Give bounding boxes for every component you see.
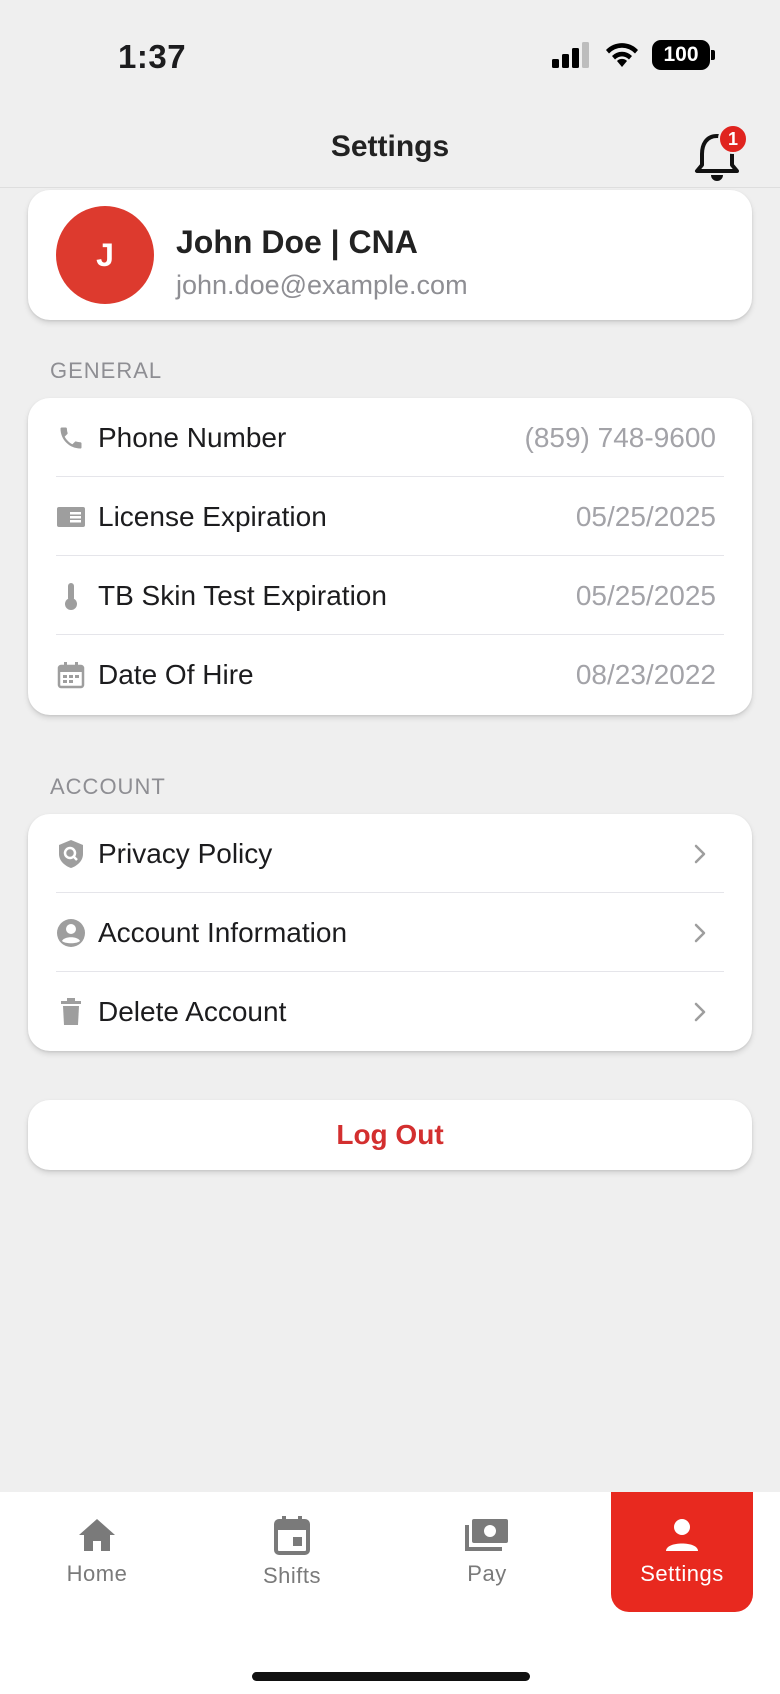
chevron-right-icon [690, 997, 710, 1027]
page-title: Settings [330, 130, 450, 163]
tb-test-expiration-label: TB Skin Test Expiration [98, 580, 387, 611]
battery-level: 100 [663, 43, 699, 66]
phone-number-label: Phone Number [98, 422, 287, 453]
tab-bar: Home Shifts Pay Settings [0, 1492, 780, 1694]
phone-icon [56, 423, 86, 453]
chevron-right-icon [690, 839, 710, 869]
money-icon [465, 1519, 508, 1551]
nav-header: Settings 1 [0, 110, 780, 188]
avatar: J [56, 206, 154, 304]
general-row-license[interactable]: License Expiration 05/25/2025 [56, 477, 724, 557]
section-label-account: ACCOUNT [50, 774, 166, 799]
tab-settings[interactable]: Settings [611, 1492, 753, 1612]
calendar-icon [56, 660, 86, 690]
tab-shifts[interactable]: Shifts [221, 1492, 363, 1612]
logout-button[interactable]: Log Out [28, 1100, 752, 1170]
date-of-hire-label: Date Of Hire [98, 659, 254, 690]
profile-card[interactable]: J John Doe | CNA john.doe@example.com [28, 190, 752, 320]
general-row-date-of-hire[interactable]: Date Of Hire 08/23/2022 [56, 635, 724, 715]
status-icons: 100 [552, 40, 715, 70]
trash-icon [56, 997, 86, 1027]
battery-icon: 100 [652, 40, 715, 70]
license-card-icon [56, 502, 86, 532]
account-row-delete-account[interactable]: Delete Account [56, 972, 724, 1052]
account-row-privacy-policy[interactable]: Privacy Policy [56, 814, 724, 894]
phone-number-value: (859) 748-9600 [524, 422, 716, 453]
tab-pay-label: Pay [467, 1561, 507, 1586]
chevron-right-icon [690, 918, 710, 948]
tab-home[interactable]: Home [26, 1492, 168, 1612]
notifications-button[interactable]: 1 [692, 124, 748, 184]
general-card: Phone Number (859) 748-9600 License Expi… [28, 398, 752, 715]
thermometer-icon [56, 581, 86, 611]
privacy-shield-icon [56, 839, 86, 869]
tb-test-expiration-value: 05/25/2025 [575, 580, 716, 611]
delete-account-label: Delete Account [98, 996, 287, 1027]
section-label-general: GENERAL [50, 358, 163, 383]
profile-name: John Doe | CNA [176, 224, 418, 260]
logout-label: Log Out [336, 1119, 444, 1150]
calendar-icon [274, 1516, 310, 1555]
person-icon [666, 1519, 698, 1551]
profile-email: john.doe@example.com [176, 270, 468, 300]
status-time: 1:37 [118, 38, 187, 75]
tab-shifts-label: Shifts [262, 1563, 322, 1588]
tab-pay[interactable]: Pay [416, 1492, 558, 1612]
account-circle-icon [56, 918, 86, 948]
cellular-signal-icon [552, 42, 589, 68]
general-row-phone[interactable]: Phone Number (859) 748-9600 [56, 398, 724, 478]
general-row-tb-test[interactable]: TB Skin Test Expiration 05/25/2025 [56, 556, 724, 636]
status-bar: 1:37 100 [0, 0, 780, 110]
privacy-policy-label: Privacy Policy [98, 838, 273, 869]
account-row-account-information[interactable]: Account Information [56, 893, 724, 973]
settings-screen: 1:37 100 Settings 1 J John Doe | CNA joh… [0, 0, 780, 1694]
account-card: Privacy Policy Account Information Delet… [28, 814, 752, 1051]
wifi-icon [606, 43, 638, 67]
tab-settings-label: Settings [640, 1561, 724, 1586]
home-indicator [252, 1672, 530, 1681]
license-expiration-value: 05/25/2025 [575, 501, 716, 532]
home-icon [79, 1519, 115, 1551]
notification-badge: 1 [718, 124, 748, 154]
license-expiration-label: License Expiration [98, 501, 327, 532]
account-information-label: Account Information [98, 917, 348, 948]
tab-home-label: Home [66, 1561, 128, 1586]
date-of-hire-value: 08/23/2022 [575, 659, 716, 690]
